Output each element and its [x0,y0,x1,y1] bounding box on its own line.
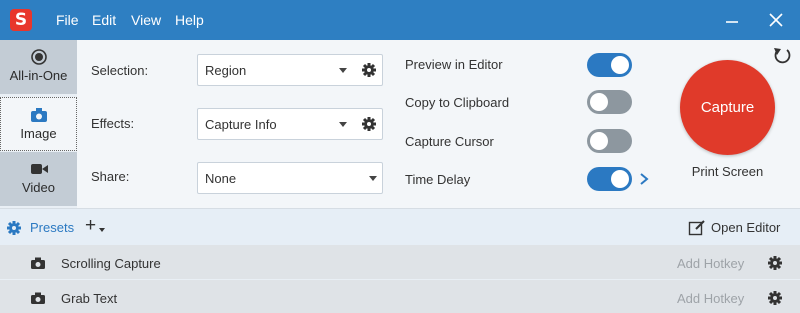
preview-in-editor-toggle[interactable] [587,53,632,77]
tab-all-in-one[interactable]: All-in-One [0,40,77,94]
camera-icon [31,257,45,269]
share-value: None [205,171,237,186]
tab-image[interactable]: Image [0,97,77,151]
gear-icon [7,221,21,235]
effects-label: Effects: [91,116,135,131]
menu-file[interactable]: File [56,12,79,28]
chevron-down-icon [339,122,347,127]
toggle-knob [611,56,629,74]
tab-label: Image [20,126,57,141]
close-icon [769,13,783,27]
add-preset-button[interactable]: + [85,215,96,237]
camera-icon [31,292,45,304]
capture-hotkey: Print Screen [691,164,764,179]
chevron-right-icon[interactable] [639,172,649,186]
reset-icon[interactable] [772,46,792,66]
preset-name: Grab Text [61,291,118,306]
toggle-knob [611,170,629,188]
menu-edit[interactable]: Edit [92,12,116,28]
chevron-down-icon[interactable] [99,228,105,232]
share-dropdown[interactable]: None [197,162,383,194]
open-editor-icon[interactable] [688,219,706,237]
preview-in-editor-label: Preview in Editor [405,57,503,72]
selection-dropdown[interactable]: Region [197,54,383,86]
time-delay-label: Time Delay [405,172,471,187]
toggle-knob [590,132,608,150]
gear-icon[interactable] [361,62,377,78]
add-hotkey-link[interactable]: Add Hotkey [677,256,744,271]
open-editor-button[interactable]: Open Editor [711,220,780,235]
add-hotkey-link[interactable]: Add Hotkey [677,291,744,306]
tab-label: All-in-One [9,68,68,83]
tab-video[interactable]: Video [0,152,77,206]
tab-label: Video [21,180,55,195]
gear-icon[interactable] [767,290,783,306]
camera-icon [1,106,76,124]
minimize-icon [726,21,738,23]
menu-view[interactable]: View [131,12,161,28]
all-in-one-icon [0,48,77,66]
preset-row[interactable]: Grab Text Add Hotkey [0,280,800,313]
capture-cursor-label: Capture Cursor [405,134,494,149]
time-delay-toggle[interactable] [587,167,632,191]
video-camera-icon [0,160,77,178]
chevron-down-icon [339,68,347,73]
snagit-logo: S [10,9,32,31]
close-button[interactable] [762,8,790,32]
share-label: Share: [91,169,130,184]
preset-name: Scrolling Capture [61,256,161,271]
title-bar: S File Edit View Help [0,0,800,40]
effects-value: Capture Info [205,117,277,132]
presets-bar: Presets + Open Editor [0,208,800,246]
capture-button[interactable]: Capture [680,60,775,155]
menu-help[interactable]: Help [175,12,204,28]
copy-to-clipboard-label: Copy to Clipboard [405,95,510,110]
minimize-button[interactable] [718,8,746,32]
preset-row[interactable]: Scrolling Capture Add Hotkey [0,245,800,279]
selection-label: Selection: [91,63,149,78]
copy-to-clipboard-toggle[interactable] [587,90,632,114]
selection-value: Region [205,63,247,78]
gear-icon[interactable] [361,116,377,132]
chevron-down-icon [369,176,377,181]
presets-label[interactable]: Presets [30,220,74,235]
capture-cursor-toggle[interactable] [587,129,632,153]
gear-icon[interactable] [767,255,783,271]
effects-dropdown[interactable]: Capture Info [197,108,383,140]
toggle-knob [590,93,608,111]
